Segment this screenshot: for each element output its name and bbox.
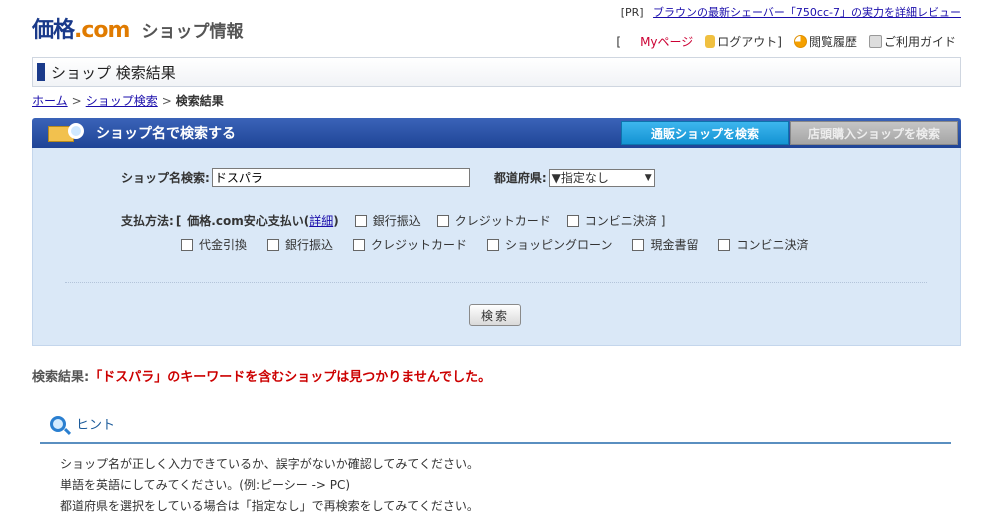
breadcrumb-current: 検索結果: [175, 94, 224, 108]
chevron-down-icon: ▼: [644, 172, 652, 183]
result-message: 「ドスパラ」のキーワードを含むショップは見つかりませんでした。: [89, 370, 492, 385]
hint-divider: [40, 442, 951, 444]
hint-title: ヒント: [76, 418, 116, 433]
pr-link[interactable]: ブラウンの最新シェーバー「750cc-7」の実力を詳細レビュー: [653, 6, 961, 19]
utility-nav: [ Myページ ログアウト] 閲覧履歴 ご利用ガイド: [616, 33, 956, 50]
payment-row-other: 代金引換 銀行振込 クレジットカード ショッピングローン 現金書留 コンビニ決済: [181, 236, 808, 253]
prefecture-label: 都道府県:: [493, 171, 547, 185]
hint-list: ショップ名が正しく入力できているか、誤字がないか確認してみてください。 単語を英…: [60, 454, 479, 517]
breadcrumb-separator: >: [71, 94, 82, 108]
shop-name-input[interactable]: [211, 168, 470, 187]
safe-pay-close-paren: ): [333, 214, 339, 228]
mypage-label: Myページ: [640, 35, 694, 49]
payment-open-bracket: [: [175, 213, 182, 228]
search-panel-header: ショップ名で検索する 通販ショップを検索 店頭購入ショップを検索: [32, 118, 961, 148]
prefecture-value: ▼指定なし: [551, 171, 609, 185]
checkbox-convenience[interactable]: コンビニ決済: [718, 236, 808, 253]
logo-main: 価格: [32, 18, 75, 43]
shop-search-icon: [48, 122, 90, 144]
search-panel-title: ショップ名で検索する: [96, 126, 236, 142]
checkbox-safe-credit[interactable]: クレジットカード: [436, 212, 551, 229]
util-open-bracket: [: [616, 34, 622, 49]
divider: [65, 282, 927, 283]
search-tabs: 通販ショップを検索 店頭購入ショップを検索: [621, 121, 958, 145]
checkbox-safe-bank[interactable]: 銀行振込: [354, 212, 421, 229]
safe-pay-label: 価格.com安心支払い(詳細): [187, 214, 339, 228]
page-title: ショップ 検索結果: [51, 63, 176, 82]
page-title-bar: ショップ 検索結果: [32, 57, 961, 87]
tab-store-shop[interactable]: 店頭購入ショップを検索: [790, 121, 958, 145]
search-result: 検索結果:「ドスパラ」のキーワードを含むショップは見つかりませんでした。: [32, 366, 491, 385]
logo-com: .com: [74, 18, 130, 43]
search-button[interactable]: 検索: [469, 304, 521, 326]
logo-subtitle: ショップ情報: [141, 22, 244, 42]
payment-label: 支払方法:: [121, 214, 174, 228]
shop-name-label: ショップ名検索:: [121, 171, 210, 185]
breadcrumb: ホーム > ショップ検索 > 検索結果: [32, 92, 224, 109]
pr-tag: [PR]: [620, 6, 644, 19]
search-row-name: ショップ名検索: 都道府県: ▼指定なし ▼: [121, 168, 655, 187]
guide-icon: [868, 35, 882, 48]
breadcrumb-shop-search[interactable]: ショップ検索: [86, 94, 158, 108]
site-logo[interactable]: 価格 .com ショップ情報: [32, 12, 243, 44]
guide-link[interactable]: ご利用ガイド: [868, 33, 956, 50]
guide-label: ご利用ガイド: [883, 35, 956, 49]
breadcrumb-home[interactable]: ホーム: [32, 94, 68, 108]
safe-pay-detail-link[interactable]: 詳細: [309, 214, 333, 228]
payment-row-safe: 支払方法: [ 価格.com安心支払い(詳細) 銀行振込 クレジットカード コン…: [121, 212, 665, 229]
checkbox-cod[interactable]: 代金引換: [181, 236, 247, 253]
hint-header: ヒント: [50, 414, 115, 433]
logout-link[interactable]: ログアウト]: [705, 33, 782, 50]
checkbox-safe-convenience[interactable]: コンビニ決済: [566, 212, 657, 229]
history-label: 閲覧履歴: [808, 35, 857, 49]
pr-line: [PR] ブラウンの最新シェーバー「750cc-7」の実力を詳細レビュー: [621, 4, 961, 20]
hint-item: 都道府県を選択をしている場合は「指定なし」で再検索をしてみてください。: [60, 499, 479, 513]
hint-item: 単語を英語にしてみてください。(例:ピーシー -> PC): [60, 478, 351, 492]
key-icon: [705, 35, 716, 48]
breadcrumb-separator: >: [161, 94, 172, 108]
checkbox-bank[interactable]: 銀行振込: [267, 236, 333, 253]
magnifier-icon: [50, 415, 66, 432]
mypage-link[interactable]: Myページ: [625, 33, 693, 50]
payment-close-bracket: ]: [660, 213, 666, 228]
title-marker: [37, 63, 45, 81]
history-link[interactable]: 閲覧履歴: [793, 33, 857, 50]
checkbox-cash-registered[interactable]: 現金書留: [632, 236, 698, 253]
prefecture-group: 都道府県: ▼指定なし ▼: [493, 168, 655, 187]
tab-online-shop[interactable]: 通販ショップを検索: [621, 121, 789, 145]
search-panel-body: ショップ名検索: 都道府県: ▼指定なし ▼ 支払方法: [ 価格.com安心支…: [32, 148, 961, 346]
hint-item: ショップ名が正しく入力できているか、誤字がないか確認してみてください。: [60, 457, 480, 471]
result-prefix: 検索結果:: [32, 370, 90, 385]
history-icon: [793, 35, 807, 48]
checkbox-credit[interactable]: クレジットカード: [353, 236, 467, 253]
prefecture-select[interactable]: ▼指定なし ▼: [548, 168, 655, 187]
logout-label: ログアウト]: [717, 35, 782, 49]
checkbox-loan[interactable]: ショッピングローン: [487, 236, 612, 253]
mypage-icon: [625, 35, 638, 48]
